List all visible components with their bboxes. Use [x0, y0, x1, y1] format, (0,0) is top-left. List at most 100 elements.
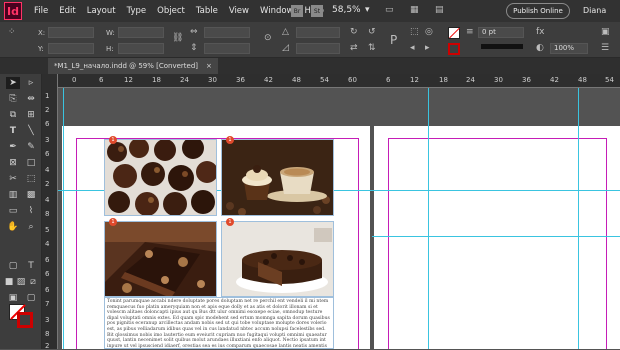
- body-text-frame[interactable]: Tonint parumquae accabi ndere doluptate …: [104, 297, 334, 349]
- select-content-icon[interactable]: ◎: [425, 27, 433, 37]
- w-field[interactable]: [118, 27, 164, 38]
- link-badge[interactable]: 1: [109, 136, 117, 144]
- free-transform-tool-icon[interactable]: ⬚: [24, 173, 38, 185]
- hand-tool-icon[interactable]: ✋: [6, 221, 20, 233]
- ruler-v-label: 6: [45, 270, 50, 278]
- normal-mode-icon[interactable]: ▣: [6, 292, 20, 304]
- view-options-icon[interactable]: ▦: [410, 5, 419, 15]
- select-previous-icon[interactable]: ◂: [410, 43, 415, 53]
- scale-y-field[interactable]: [204, 43, 250, 54]
- p-icon[interactable]: P: [390, 33, 397, 47]
- chevron-down-icon[interactable]: ▾: [365, 5, 370, 15]
- menu-file[interactable]: File: [34, 6, 48, 16]
- select-container-icon[interactable]: ⬚: [410, 27, 419, 37]
- link-badge[interactable]: 1: [109, 218, 117, 226]
- text-wrap-icon[interactable]: ▣: [601, 27, 610, 37]
- ruler-v-label: 8: [45, 330, 50, 338]
- direct-selection-tool-icon[interactable]: ▹: [24, 77, 38, 89]
- gradient-swatch-tool-icon[interactable]: ▥: [6, 189, 20, 201]
- note-tool-icon[interactable]: ▭: [6, 205, 20, 217]
- rotate-ccw-icon[interactable]: ↺: [368, 27, 376, 37]
- zoom-tool-icon[interactable]: ⌕: [24, 221, 38, 233]
- rectangle-frame-tool-icon[interactable]: ⊠: [6, 157, 20, 169]
- ruler-guide[interactable]: [372, 236, 620, 237]
- publish-online-button[interactable]: Publish Online: [506, 3, 570, 19]
- x-field[interactable]: [48, 27, 94, 38]
- stroke-color-icon[interactable]: [17, 312, 33, 328]
- scissors-tool-icon[interactable]: ✂: [6, 173, 20, 185]
- constrain-icon[interactable]: ⊙: [264, 33, 272, 43]
- close-icon[interactable]: ×: [206, 62, 212, 70]
- vertical-ruler[interactable]: 1 2 6 3 6 4 2 4 8 5 4 6 6 6 7 3 8 2: [42, 74, 58, 350]
- selection-tool-icon[interactable]: ➤: [6, 77, 20, 89]
- rotate-cw-icon[interactable]: ↻: [350, 27, 358, 37]
- stroke-type-preview[interactable]: [481, 44, 523, 49]
- content-collector-icon[interactable]: ⧉: [6, 109, 20, 121]
- page-tool-icon[interactable]: ⎘: [6, 93, 20, 105]
- menu-window[interactable]: Window: [260, 6, 294, 16]
- w-label: W:: [106, 29, 115, 37]
- apply-none-icon[interactable]: ⧄: [26, 276, 40, 288]
- user-name[interactable]: Diana: [583, 6, 606, 15]
- document-page-right[interactable]: [374, 126, 620, 349]
- pen-tool-icon[interactable]: ✒: [6, 141, 20, 153]
- ruler-guide[interactable]: [428, 88, 429, 349]
- ruler-guide[interactable]: [63, 88, 64, 349]
- panel-menu-icon[interactable]: ☰: [601, 43, 609, 53]
- gap-tool-icon[interactable]: ⇹: [24, 93, 38, 105]
- menu-object[interactable]: Object: [157, 6, 185, 16]
- menu-view[interactable]: View: [229, 6, 249, 16]
- scale-x-field[interactable]: [204, 27, 250, 38]
- ruler-v-label: 7: [45, 300, 50, 308]
- type-tool-icon[interactable]: T: [6, 125, 20, 137]
- rectangle-tool-icon[interactable]: □: [24, 157, 38, 169]
- menu-edit[interactable]: Edit: [59, 6, 75, 16]
- flip-h-icon[interactable]: ⇄: [350, 43, 358, 53]
- fill-swatch-icon[interactable]: [448, 27, 460, 39]
- photo-coffee-cupcake[interactable]: [221, 139, 334, 216]
- fx-icon[interactable]: fx: [536, 27, 545, 37]
- arrange-documents-icon[interactable]: ▤: [435, 5, 444, 15]
- line-tool-icon[interactable]: ╲: [24, 125, 38, 137]
- screen-mode-icon[interactable]: ▭: [385, 5, 394, 15]
- photo-chocolate-cake-plate[interactable]: [221, 221, 334, 297]
- ruler-v-label: 6: [45, 120, 50, 128]
- h-field[interactable]: [118, 43, 164, 54]
- zoom-level[interactable]: 58,5%: [332, 5, 361, 15]
- horizontal-ruler[interactable]: 0 6 12 18 24 30 36 42 48 54 60 6 12 18 2…: [58, 74, 620, 88]
- bridge-button[interactable]: Br: [291, 5, 303, 17]
- flip-v-icon[interactable]: ⇅: [368, 43, 376, 53]
- preview-mode-icon[interactable]: ▢: [24, 292, 38, 304]
- ruler-guide[interactable]: [578, 88, 579, 349]
- formatting-text-icon[interactable]: T: [24, 260, 38, 272]
- chocolate-cake-slice-image: [105, 222, 216, 296]
- y-field[interactable]: [48, 43, 94, 54]
- select-next-icon[interactable]: ▸: [425, 43, 430, 53]
- link-icon[interactable]: ⛓: [172, 33, 183, 43]
- shear-field[interactable]: [296, 43, 340, 54]
- eyedropper-tool-icon[interactable]: ⌇: [24, 205, 38, 217]
- stroke-swatch-icon[interactable]: [448, 43, 460, 55]
- stock-button[interactable]: St: [311, 5, 323, 17]
- menu-layout[interactable]: Layout: [87, 6, 116, 16]
- reference-point-icon[interactable]: ⁘: [8, 27, 16, 37]
- rotate-field[interactable]: [296, 27, 340, 38]
- menu-type[interactable]: Type: [127, 6, 147, 16]
- gradient-feather-tool-icon[interactable]: ▩: [24, 189, 38, 201]
- opacity-icon: ◐: [536, 43, 544, 53]
- pencil-tool-icon[interactable]: ✎: [24, 141, 38, 153]
- y-label: Y:: [38, 45, 44, 53]
- photo-chocolate-balls[interactable]: [104, 139, 217, 216]
- photo-chocolate-cake-slice[interactable]: [104, 221, 217, 297]
- link-badge[interactable]: 1: [226, 218, 234, 226]
- ruler-h-label: 36: [522, 76, 531, 84]
- scale-x-icon: ⇔: [190, 27, 198, 37]
- document-tab[interactable]: *M1_L9_начало.indd @ 59% [Converted] ×: [48, 58, 218, 74]
- ruler-h-label: 30: [208, 76, 217, 84]
- link-badge[interactable]: 1: [226, 136, 234, 144]
- formatting-container-icon[interactable]: ▢: [6, 260, 20, 272]
- menu-table[interactable]: Table: [196, 6, 218, 16]
- content-placer-icon[interactable]: ⊞: [24, 109, 38, 121]
- stroke-weight-field[interactable]: 0 pt: [478, 27, 524, 38]
- opacity-field[interactable]: 100%: [550, 43, 588, 54]
